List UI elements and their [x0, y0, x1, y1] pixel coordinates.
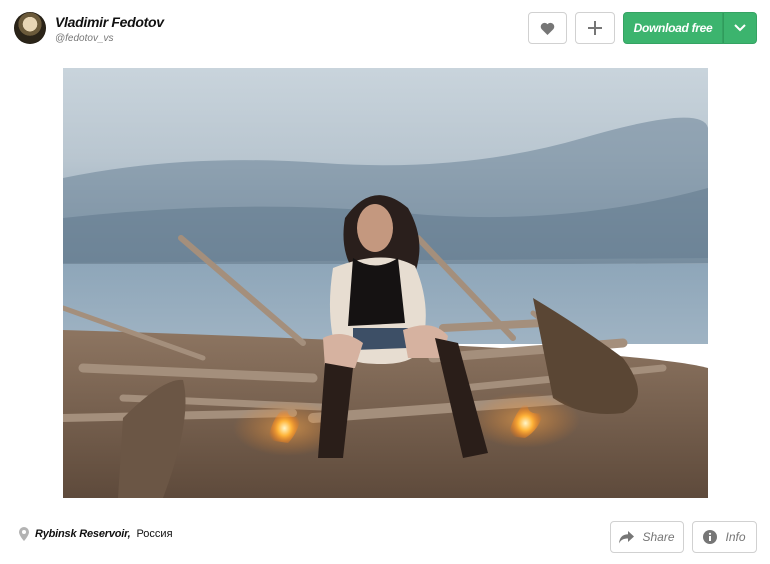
map-pin-icon [19, 527, 29, 541]
chevron-down-icon [734, 24, 746, 32]
info-label: Info [725, 530, 746, 544]
info-button[interactable]: Info [692, 521, 757, 553]
main-photo[interactable] [63, 68, 708, 498]
location-country[interactable]: Россия [136, 528, 172, 540]
author-name[interactable]: Vladimir Fedotov [55, 14, 164, 30]
share-label: Share [642, 530, 675, 544]
share-button[interactable]: Share [610, 521, 684, 553]
download-options-button[interactable] [723, 12, 757, 44]
author-handle[interactable]: @fedotov_vs [55, 33, 114, 44]
location-name[interactable]: Rybinsk Reservoir, [35, 528, 131, 540]
author-avatar[interactable] [14, 12, 46, 44]
info-icon [703, 530, 718, 544]
plus-icon [588, 21, 602, 35]
add-to-collection-button[interactable] [575, 12, 615, 44]
like-button[interactable] [528, 12, 567, 44]
location[interactable]: Rybinsk Reservoir, Россия [19, 527, 173, 541]
download-button[interactable]: Download free [623, 12, 723, 44]
heart-icon [540, 22, 555, 35]
share-arrow-icon [619, 530, 635, 543]
photo-header: Vladimir Fedotov @fedotov_vs Download fr… [0, 0, 770, 56]
